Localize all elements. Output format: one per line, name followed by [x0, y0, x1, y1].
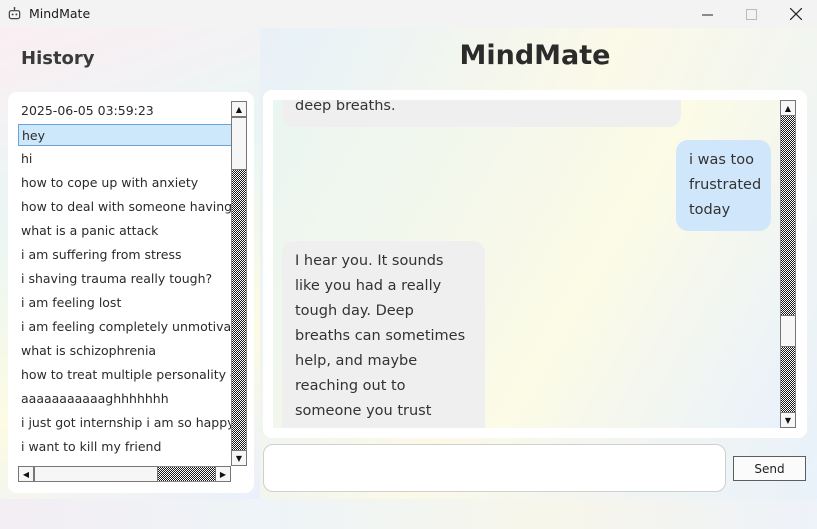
history-item[interactable]: how to deal with someone having p — [18, 196, 231, 218]
user-message: i was too frustrated today — [676, 140, 771, 231]
bot-message: deep breaths. — [282, 100, 681, 127]
history-title: History — [21, 48, 95, 69]
scroll-left-arrow-icon[interactable]: ◀ — [18, 466, 34, 482]
history-item[interactable]: what is a panic attack — [18, 220, 231, 242]
scroll-right-arrow-icon[interactable]: ▶ — [215, 466, 231, 482]
history-item[interactable]: i am feeling lost — [18, 292, 231, 314]
chat-area[interactable]: deep breaths. i was too frustrated today… — [273, 100, 781, 428]
close-button[interactable] — [773, 0, 817, 28]
history-item[interactable]: how to treat multiple personality di — [18, 364, 231, 386]
app-heading: MindMate — [459, 40, 611, 71]
history-item[interactable]: what is schizophrenia — [18, 340, 231, 362]
history-scroll-thumb[interactable] — [231, 117, 247, 170]
history-item[interactable]: i want to kill my friend — [18, 436, 231, 458]
history-item[interactable]: aaaaaaaaaaaghhhhhhh — [18, 388, 231, 410]
scroll-up-arrow-icon[interactable]: ▲ — [231, 101, 247, 117]
minimize-icon — [701, 14, 713, 15]
bot-message: I hear you. It sounds like you had a rea… — [282, 241, 485, 428]
history-item[interactable]: i shaving trauma really tough? — [18, 268, 231, 290]
history-item[interactable]: i am feeling completely unmotivate — [18, 316, 231, 338]
maximize-button[interactable] — [728, 0, 774, 28]
message-input[interactable] — [263, 444, 726, 492]
scroll-down-arrow-icon[interactable]: ▼ — [780, 412, 796, 428]
send-button[interactable]: Send — [733, 456, 806, 481]
history-item[interactable]: how to cope up with anxiety — [18, 172, 231, 194]
history-hscroll-thumb[interactable] — [34, 466, 158, 482]
history-list[interactable]: 2025-06-05 03:59:23 hey hi how to cope u… — [18, 100, 231, 464]
scroll-up-arrow-icon[interactable]: ▲ — [780, 100, 796, 116]
robot-icon — [8, 6, 21, 20]
close-icon — [790, 8, 802, 20]
history-item[interactable]: 2025-06-05 03:59:23 — [18, 100, 231, 122]
chat-scroll-thumb[interactable] — [780, 315, 796, 347]
history-item[interactable]: i just got internship i am so happy — [18, 412, 231, 434]
chat-vertical-scrollbar[interactable] — [780, 100, 796, 428]
window-title: MindMate — [29, 6, 91, 21]
maximize-icon — [745, 8, 757, 20]
bottom-strip — [0, 499, 817, 529]
history-item[interactable]: hey — [18, 124, 231, 146]
minimize-button[interactable] — [684, 0, 730, 28]
title-bar: MindMate — [0, 0, 817, 28]
history-item[interactable]: i am suffering from stress — [18, 244, 231, 266]
scroll-down-arrow-icon[interactable]: ▼ — [231, 450, 247, 466]
history-item[interactable]: hi — [18, 148, 231, 170]
